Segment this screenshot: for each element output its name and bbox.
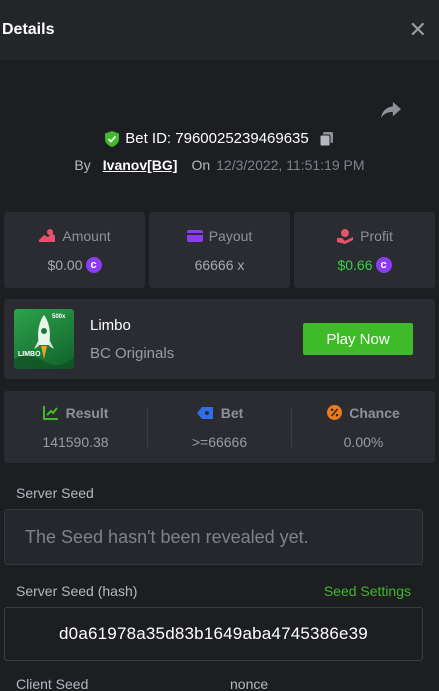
bet-value: >=66666 xyxy=(191,433,248,450)
bet-id: Bet ID: 7960025239469635 xyxy=(125,130,309,147)
on-label: On xyxy=(191,157,211,173)
result-panel: Result 141590.38 Bet >=66666 Chance 0.00… xyxy=(4,391,435,463)
user-link[interactable]: Ivanov[BG] xyxy=(103,157,178,173)
server-seed-field: The Seed hasn't been revealed yet. xyxy=(4,509,423,565)
bet-col: Bet >=66666 xyxy=(148,405,291,450)
result-col: Result 141590.38 xyxy=(4,405,147,450)
game-name: Limbo xyxy=(90,317,131,334)
by-label: By xyxy=(74,157,91,173)
result-value: 141590.38 xyxy=(42,433,109,450)
chance-value: 0.00% xyxy=(343,433,384,450)
server-seed-hash-field[interactable]: d0a61978a35d83b1649aba4745386e39 xyxy=(4,607,423,661)
limbo-thumbnail[interactable]: 500x LIMBO xyxy=(14,309,74,369)
stat-amount: Amount $0.00 c xyxy=(4,212,145,288)
profit-value: $0.66 xyxy=(337,256,373,273)
wallet-icon xyxy=(186,229,203,242)
nonce-label: nonce xyxy=(230,676,269,691)
bet-label: Bet xyxy=(220,404,244,421)
stat-profit: Profit $0.66 c xyxy=(294,212,435,288)
amount-value: $0.00 xyxy=(47,256,83,273)
page-title: Details xyxy=(2,21,55,38)
thumb-text: LIMBO xyxy=(18,351,41,358)
share-icon[interactable] xyxy=(380,100,402,120)
amount-label: Amount xyxy=(62,227,111,244)
copy-icon[interactable] xyxy=(319,131,334,147)
play-now-button[interactable]: Play Now xyxy=(303,323,413,355)
server-seed-label: Server Seed xyxy=(16,485,94,501)
result-label: Result xyxy=(65,404,109,421)
result-chart-icon xyxy=(42,406,58,420)
client-seed-label: Client Seed xyxy=(16,676,89,691)
bet-id-row: Bet ID: 7960025239469635 xyxy=(0,130,439,147)
bet-tag-icon xyxy=(196,406,213,419)
close-icon[interactable]: ✕ xyxy=(409,19,427,41)
bet-date: 12/3/2022, 11:51:19 PM xyxy=(216,157,365,173)
chance-col: Chance 0.00% xyxy=(292,405,435,450)
game-card: 500x LIMBO Limbo BC Originals Play Now xyxy=(4,299,435,379)
shield-check-icon xyxy=(105,130,120,147)
bet-author-row: By Ivanov[BG] On 12/3/2022, 11:51:19 PM xyxy=(0,157,439,173)
stat-payout: Payout 66666 x xyxy=(149,212,290,288)
chance-label: Chance xyxy=(349,404,400,421)
seed-settings-link[interactable]: Seed Settings xyxy=(324,583,411,599)
amount-icon xyxy=(39,228,56,242)
percent-icon xyxy=(327,405,343,420)
server-seed-hash-label: Server Seed (hash) xyxy=(16,583,138,599)
profit-label: Profit xyxy=(360,227,393,244)
thumb-badge: 500x xyxy=(52,314,66,320)
payout-label: Payout xyxy=(208,227,253,244)
payout-value: 66666 x xyxy=(194,256,245,273)
bet-stats: Amount $0.00 c Payout 66666 x Profit $0.… xyxy=(4,212,435,288)
details-header: Details ✕ xyxy=(0,0,439,60)
currency-coin-icon: c xyxy=(85,256,102,273)
game-provider: BC Originals xyxy=(90,345,175,362)
profit-icon xyxy=(337,228,354,244)
currency-coin-icon: c xyxy=(375,256,392,273)
